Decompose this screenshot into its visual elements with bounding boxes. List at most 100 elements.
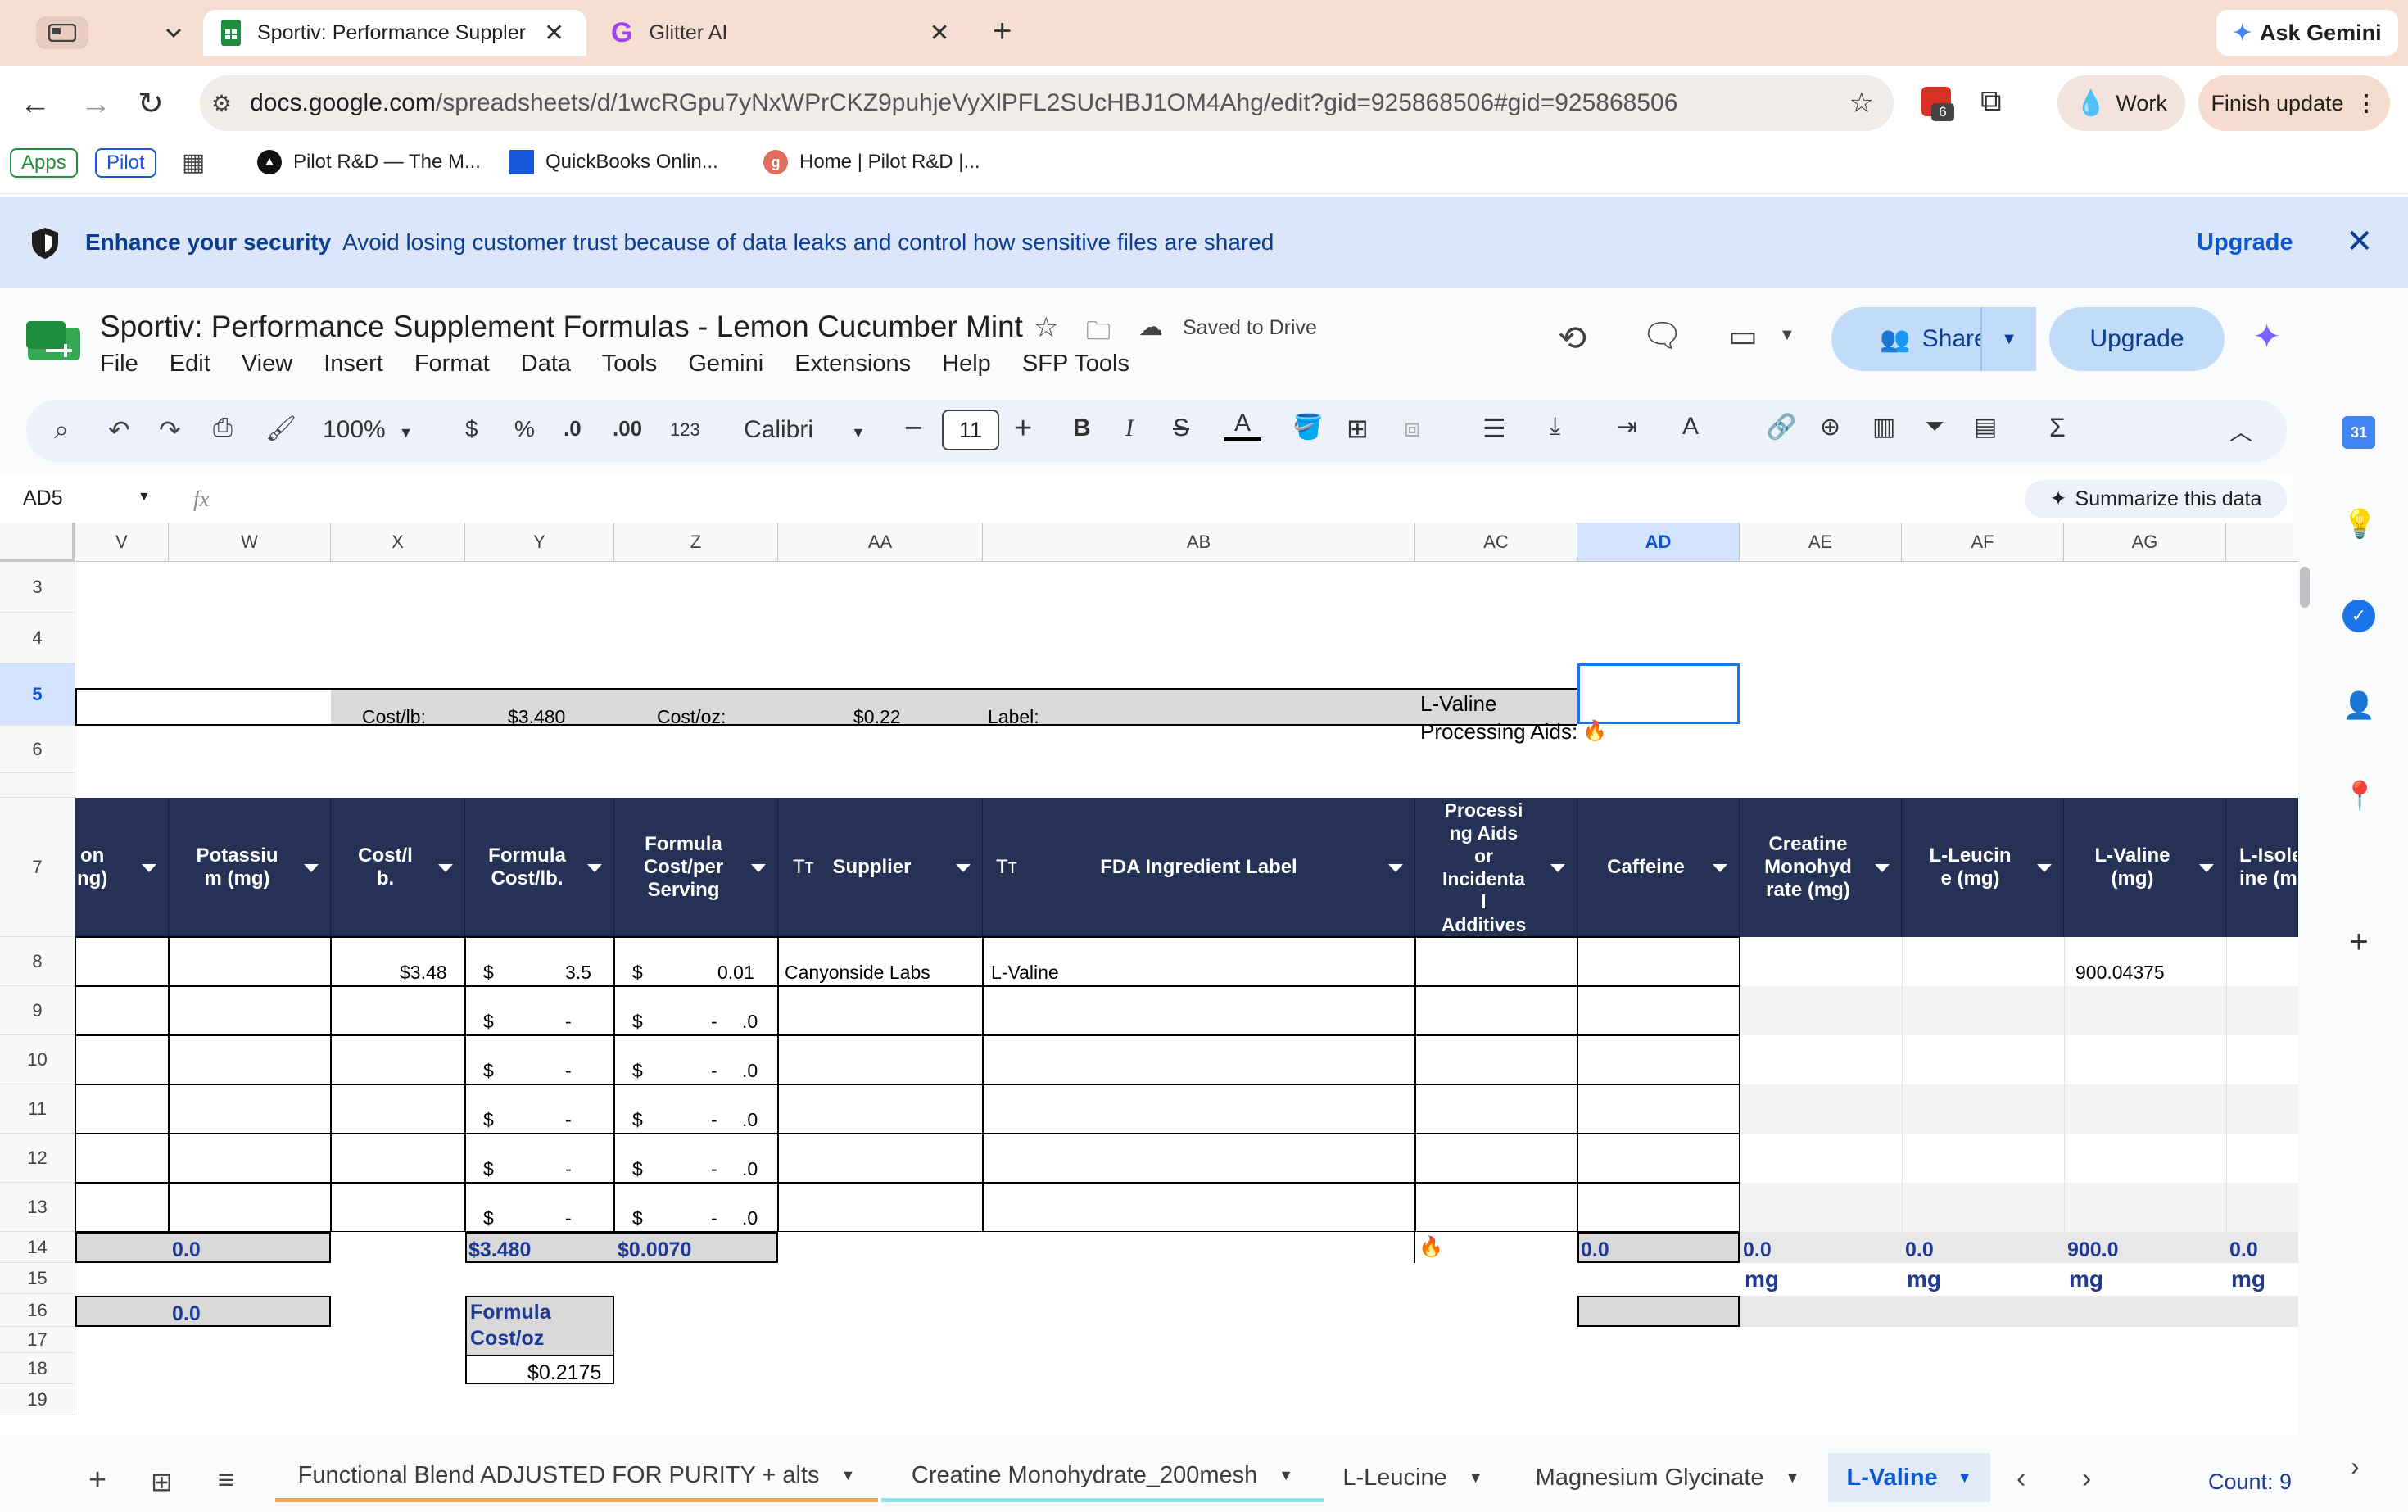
cell-y14[interactable]: $3.480 [468,1238,531,1262]
get-addons-icon[interactable]: + [2342,926,2375,958]
insert-comment-icon[interactable]: ⊕ [1820,413,1840,441]
row-header-15[interactable]: 15 [0,1263,75,1294]
tab-list-dropdown[interactable] [156,18,192,48]
col-header-ae[interactable]: AE [1740,523,1902,562]
cell-y18[interactable]: $0.2175 [527,1361,601,1385]
increase-decimal-button[interactable]: .00 [613,416,642,441]
col-header-aa[interactable]: AA [778,523,983,562]
expand-side-panel-icon[interactable]: › [2351,1451,2360,1482]
maps-icon[interactable]: 📍 [2342,780,2377,813]
print-icon[interactable]: ⎙ [213,414,233,442]
filter-icon[interactable]: ⏷ [1925,413,1944,441]
strikethrough-icon[interactable]: S [1173,414,1189,442]
bookmark-star-icon[interactable]: ☆ [1849,87,1874,120]
font-select[interactable]: Calibri ▼ [744,416,866,444]
col-header-y[interactable]: Y [465,523,614,562]
link-icon[interactable]: 🔗 [1766,413,1796,441]
bookmark-pilot-rd[interactable]: ▲ Pilot R&D — The M... [257,150,481,174]
upgrade-button[interactable]: Upgrade [2049,307,2225,371]
row-header-14[interactable]: 14 [0,1232,75,1263]
close-icon[interactable]: ✕ [2346,223,2374,260]
percent-button[interactable]: % [514,416,535,442]
row-header-3[interactable]: 3 [0,562,75,613]
font-size-decrease[interactable]: − [904,411,922,446]
menu-help[interactable]: Help [942,351,991,377]
text-rotation-icon[interactable]: A [1682,413,1699,441]
col-header-ac[interactable]: AC [1415,523,1577,562]
doc-title[interactable]: Sportiv: Performance Supplement Formulas… [100,310,1023,344]
site-info-icon[interactable]: ⚙ [211,90,232,117]
row-header-9[interactable]: 9 [0,986,75,1035]
cell-z14[interactable]: $0.0070 [618,1238,691,1262]
bookmark-pilot[interactable]: Pilot [95,148,156,178]
menu-extensions[interactable]: Extensions [794,351,911,377]
zoom-select[interactable]: 100% ▼ [323,416,414,444]
tab-search-button[interactable] [36,16,88,49]
sheet-tab-creatine[interactable]: Creatine Monohydrate_200mesh ▼ [881,1453,1324,1502]
summarize-button[interactable]: ✦ Summarize this data [2025,480,2287,518]
menu-view[interactable]: View [242,351,292,377]
collapse-toolbar-icon[interactable]: ︿ [2229,414,2252,447]
row-header-19[interactable]: 19 [0,1384,75,1415]
text-color-icon[interactable]: A [1224,410,1261,441]
tasks-icon[interactable]: ✓ [2342,600,2375,632]
row-header-4[interactable]: 4 [0,613,75,663]
sheets-logo-icon[interactable] [26,319,82,366]
cell-ah14[interactable]: 0.0 [2229,1238,2258,1262]
paint-format-icon[interactable]: 🖌 [265,414,296,443]
move-folder-icon[interactable]: 🗀 [1086,313,1111,355]
sheet-tab-magnesium[interactable]: Magnesium Glycinate ▼ [1517,1453,1818,1502]
forward-arrow-icon[interactable]: → [80,87,111,122]
align-horizontal-icon[interactable]: ☰ [1482,413,1506,444]
name-box[interactable]: AD5 ▼ [23,487,154,510]
header-formula-cost-serving[interactable]: Formula Cost/per Serving [614,798,778,937]
row-header-11[interactable]: 11 [0,1084,75,1134]
cell-ae14[interactable]: 0.0 [1743,1238,1772,1262]
col-header-af[interactable]: AF [1902,523,2064,562]
bookmark-home-pilot[interactable]: g Home | Pilot R&D |... [763,150,980,174]
italic-icon[interactable]: I [1125,414,1134,442]
header-v[interactable]: on ng) [75,798,169,937]
header-l-leucine[interactable]: L-Leucin e (mg) [1902,798,2064,937]
cell-ag14[interactable]: 900.0 [2067,1238,2119,1262]
ask-gemini-button[interactable]: ✦ Ask Gemini [2216,10,2398,56]
row-header-17[interactable]: 17 [0,1327,75,1353]
font-size-input[interactable]: 11 [942,410,999,450]
row-header-18[interactable]: 18 [0,1353,75,1384]
meet-video-icon[interactable]: ▭ [1728,318,1758,355]
header-l-valine[interactable]: L-Valine (mg) [2064,798,2226,937]
gemini-star-icon[interactable]: ✦ [2252,316,2281,356]
header-supplier[interactable]: Tт Supplier [778,798,983,937]
header-caffeine[interactable]: Caffeine [1577,798,1740,937]
number-format-button[interactable]: 123 [670,419,700,441]
header-formula-cost-lb[interactable]: Formula Cost/lb. [465,798,614,937]
cell-aa8[interactable]: Canyonside Labs [785,962,930,984]
menu-format[interactable]: Format [414,351,490,377]
vertical-scroll-thumb[interactable] [2300,567,2310,608]
reload-icon[interactable]: ↻ [138,85,164,122]
col-header-ab[interactable]: AB [983,523,1415,562]
header-fda-label[interactable]: Tт FDA Ingredient Label [983,798,1415,937]
row-header-7[interactable]: 7 [0,798,75,937]
chevron-down-icon[interactable]: ▼ [1779,326,1795,345]
cell-w14[interactable]: 0.0 [172,1238,201,1262]
align-vertical-icon[interactable]: ⤓ [1550,413,1560,441]
address-bar[interactable]: ⚙ docs.google.com/spreadsheets/d/1wcRGpu… [200,75,1894,131]
row-header-8[interactable]: 8 [0,937,75,986]
browser-tab-sheets[interactable]: Sportiv: Performance Suppler ✕ [203,10,586,56]
close-icon[interactable]: ✕ [929,19,949,48]
bookmark-quickbooks[interactable]: QuickBooks Onlin... [509,150,718,174]
col-header-ad[interactable]: AD [1577,523,1740,562]
scroll-tabs-right-icon[interactable]: › [2082,1463,2091,1495]
cell-af14[interactable]: 0.0 [1905,1238,1934,1262]
selection-count[interactable]: Count: 9 [2208,1469,2292,1495]
sheet-tab-functional-blend[interactable]: Functional Blend ADJUSTED FOR PURITY + a… [275,1453,878,1502]
menu-file[interactable]: File [100,351,138,377]
decrease-decimal-button[interactable]: .0 [564,416,582,441]
text-wrap-icon[interactable]: ⇥ [1617,413,1637,441]
menu-tools[interactable]: Tools [602,351,658,377]
profile-work-button[interactable]: 💧 Work [2057,75,2185,131]
cell-z8[interactable]: 0.01 [717,962,754,984]
star-icon[interactable]: ☆ [1034,311,1058,344]
menu-sfp-tools[interactable]: SFP Tools [1022,351,1129,377]
